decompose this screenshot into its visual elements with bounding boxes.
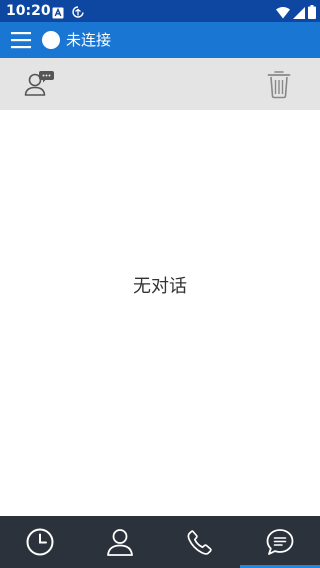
clock-icon — [26, 528, 54, 556]
trash-icon — [267, 71, 291, 99]
empty-state-message: 无对话 — [133, 276, 187, 297]
tab-chat[interactable] — [240, 516, 320, 568]
sync-icon — [72, 4, 84, 23]
tab-dialer[interactable] — [160, 516, 240, 568]
new-conversation-button[interactable] — [22, 68, 56, 100]
tab-contacts[interactable] — [80, 516, 160, 568]
contact-chat-icon — [24, 71, 54, 96]
chat-icon — [266, 529, 294, 555]
hamburger-icon — [11, 32, 31, 49]
a-box-icon — [52, 4, 64, 23]
signal-icon — [293, 4, 305, 23]
person-icon — [107, 529, 133, 556]
menu-button[interactable] — [10, 29, 32, 51]
wifi-icon — [276, 4, 290, 23]
bottom-navigation — [0, 516, 320, 568]
status-bar: 10:20 — [0, 0, 320, 22]
connection-status-label: 未连接 — [66, 31, 112, 49]
phone-icon — [187, 530, 212, 555]
connection-status-dot — [42, 31, 60, 49]
conversation-list: 无对话 — [0, 110, 320, 516]
status-system-icons — [276, 4, 316, 23]
battery-icon — [308, 4, 316, 23]
status-time: 10:20 — [6, 3, 51, 19]
status-notifications — [52, 4, 84, 23]
tab-history[interactable] — [0, 516, 80, 568]
delete-conversations-button[interactable] — [262, 68, 296, 100]
conversation-toolbar — [0, 58, 320, 110]
app-bar: 未连接 — [0, 22, 320, 58]
